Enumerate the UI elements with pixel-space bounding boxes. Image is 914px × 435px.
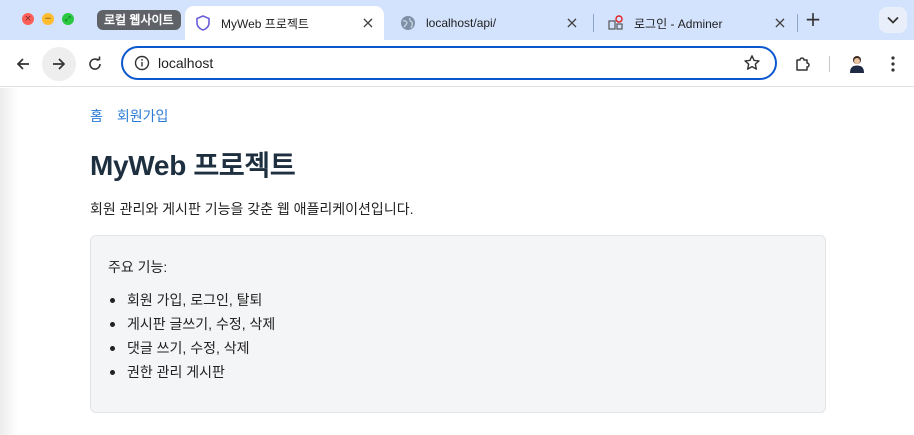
tab-separator [593,14,594,32]
toolbar-divider [829,56,830,72]
avatar [850,56,864,73]
close-window-button[interactable] [22,13,34,25]
browser-toolbar: localhost [0,40,914,87]
reload-button[interactable] [78,47,112,81]
browser-menu-button[interactable] [876,47,910,81]
page-description: 회원 관리와 게시판 기능을 갖춘 웹 애플리케이션입니다. [90,201,414,217]
minimize-window-button[interactable] [42,13,54,25]
breadcrumb: 홈 회원가입 [90,106,168,126]
tab-separator [797,14,798,32]
tab-title: 로그인 - Adminer [634,16,723,31]
page-edge-shadow [0,88,18,435]
nav-link-signup[interactable]: 회원가입 [117,106,169,126]
address-text[interactable]: localhost [158,55,213,72]
address-bar[interactable]: localhost [121,46,777,80]
forward-button[interactable] [42,47,76,81]
list-item: 댓글 쓰기, 수정, 삭제 [109,336,275,360]
chevron-down-icon [887,16,899,24]
nav-link-home[interactable]: 홈 [90,106,103,126]
profile-button[interactable] [840,47,874,81]
list-item: 회원 가입, 로그인, 탈퇴 [109,288,275,312]
puzzle-icon [796,57,810,71]
extensions-button[interactable] [786,47,820,81]
tab-adminer[interactable]: 로그인 - Adminer × [598,6,796,40]
globe-icon [400,15,416,31]
bookmark-star-icon[interactable] [743,54,761,72]
arrow-left-icon [16,58,29,70]
new-tab-button[interactable]: + [802,9,824,30]
tab-title: localhost/api/ [426,16,497,30]
arrow-right-icon [53,58,66,70]
tab-title: MyWeb 프로젝트 [221,16,309,31]
close-tab-icon[interactable]: × [360,15,376,31]
tab-strip: 로컬 웹사이트 MyWeb 프로젝트 × localhost/api/ × 로그… [0,0,914,40]
reload-icon [89,56,101,70]
close-tab-icon[interactable]: × [772,15,788,31]
features-box: 주요 기능: 회원 가입, 로그인, 탈퇴 게시판 글쓰기, 수정, 삭제 댓글… [90,235,826,413]
close-tab-icon[interactable]: × [564,15,580,31]
site-info-icon[interactable] [134,55,150,71]
page-title: MyWeb 프로젝트 [90,150,296,181]
tab-group-label[interactable]: 로컬 웹사이트 [97,10,181,30]
tab-myweb[interactable]: MyWeb 프로젝트 × [185,6,384,40]
features-list: 회원 가입, 로그인, 탈퇴 게시판 글쓰기, 수정, 삭제 댓글 쓰기, 수정… [109,288,275,384]
back-button[interactable] [6,47,40,81]
features-heading: 주요 기능: [108,259,168,275]
maximize-window-button[interactable] [62,13,74,25]
list-item: 권한 관리 게시판 [109,360,275,384]
adminer-icon [608,15,624,31]
page-content: 홈 회원가입 MyWeb 프로젝트 회원 관리와 게시판 기능을 갖춘 웹 애플… [0,88,914,435]
tab-api[interactable]: localhost/api/ × [390,6,588,40]
tab-search-button[interactable] [879,7,907,33]
shield-icon [195,15,211,31]
more-vertical-icon [891,56,895,72]
list-item: 게시판 글쓰기, 수정, 삭제 [109,312,275,336]
